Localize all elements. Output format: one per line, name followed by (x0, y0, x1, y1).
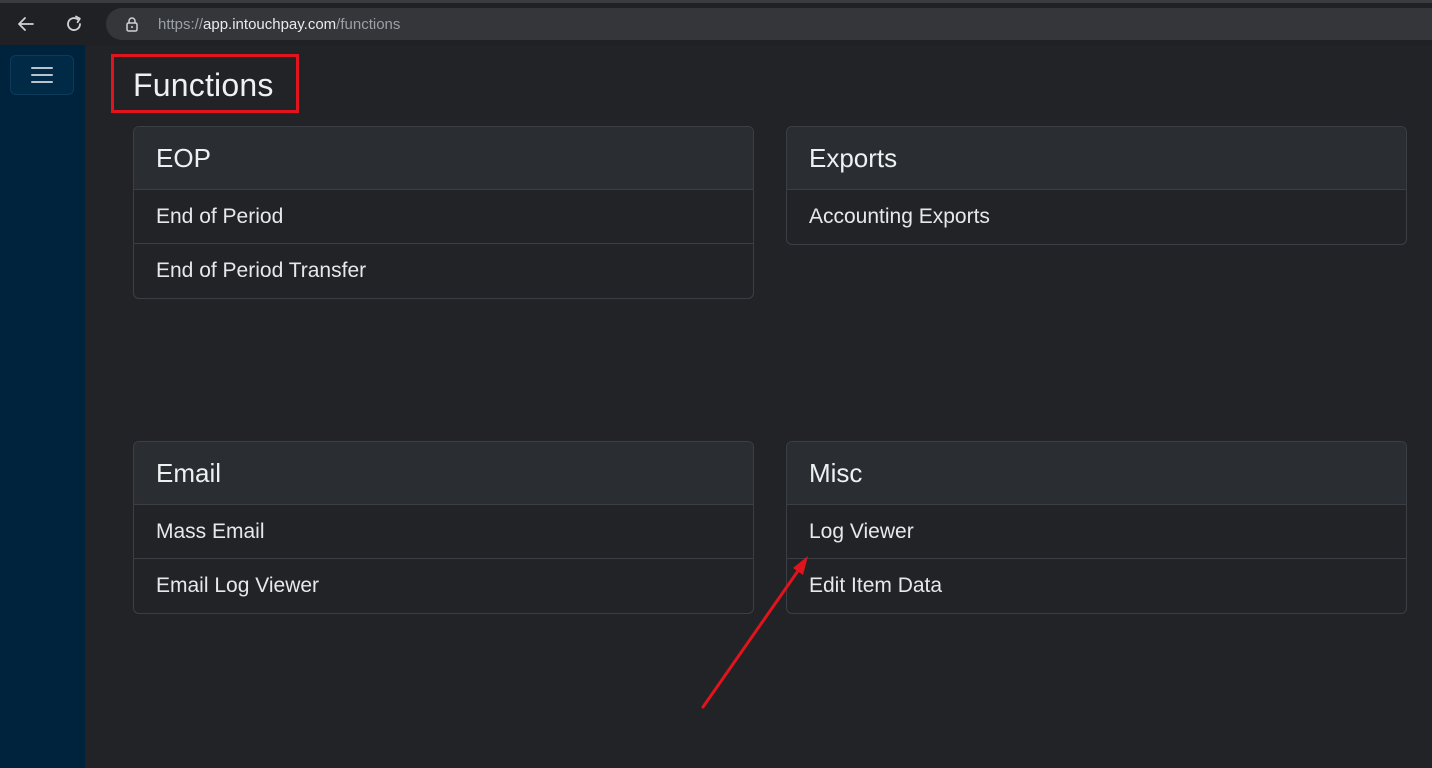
url-text: https://app.intouchpay.com/functions (158, 16, 400, 33)
back-button[interactable] (12, 10, 40, 38)
back-arrow-icon (18, 17, 34, 31)
card-exports: Exports Accounting Exports (786, 126, 1407, 245)
card-header-misc: Misc (787, 442, 1406, 505)
link-log-viewer[interactable]: Log Viewer (787, 505, 1406, 559)
hamburger-menu-icon (31, 67, 53, 83)
menu-toggle-button[interactable] (10, 55, 74, 95)
browser-toolbar: https://app.intouchpay.com/functions (0, 0, 1432, 45)
url-path: /functions (336, 16, 401, 33)
address-bar[interactable]: https://app.intouchpay.com/functions (106, 8, 1432, 40)
link-end-of-period-transfer[interactable]: End of Period Transfer (134, 244, 753, 298)
card-header-email: Email (134, 442, 753, 505)
card-email: Email Mass Email Email Log Viewer (133, 441, 754, 614)
page-title: Functions (133, 67, 274, 103)
card-eop: EOP End of Period End of Period Transfer (133, 126, 754, 299)
card-misc: Misc Log Viewer Edit Item Data (786, 441, 1407, 614)
link-edit-item-data[interactable]: Edit Item Data (787, 559, 1406, 613)
sidebar (0, 45, 85, 768)
link-end-of-period[interactable]: End of Period (134, 190, 753, 244)
link-mass-email[interactable]: Mass Email (134, 505, 753, 559)
reload-button[interactable] (60, 10, 88, 38)
url-host: app.intouchpay.com (203, 16, 337, 33)
main-content: Functions EOP End of Period End of Perio… (85, 45, 1432, 768)
card-header-exports: Exports (787, 127, 1406, 190)
card-header-eop: EOP (134, 127, 753, 190)
link-email-log-viewer[interactable]: Email Log Viewer (134, 559, 753, 613)
url-prefix: https:// (158, 16, 204, 33)
link-accounting-exports[interactable]: Accounting Exports (787, 190, 1406, 244)
reload-icon (67, 15, 81, 31)
lock-icon[interactable] (124, 16, 140, 32)
